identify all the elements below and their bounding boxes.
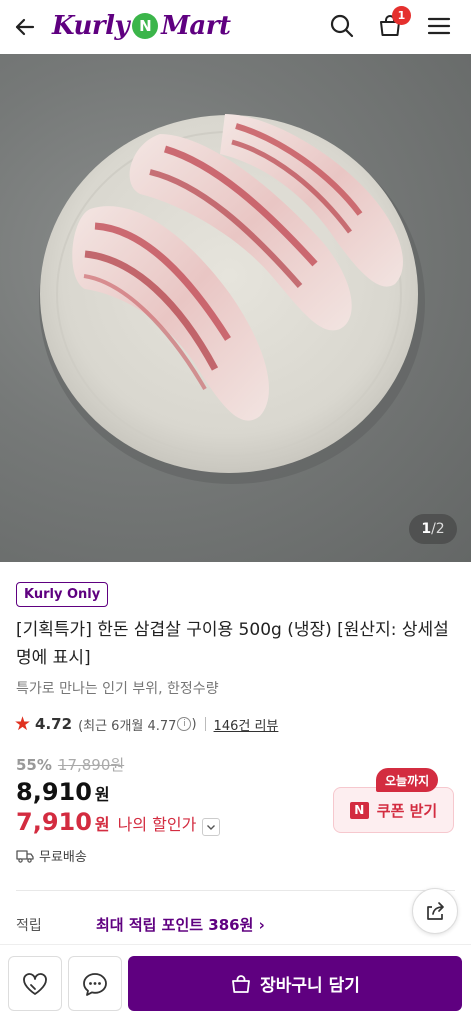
logo-text-left: Kurly [52, 11, 130, 41]
coupon-button-label: 쿠폰 받기 [376, 801, 438, 820]
cart-count-badge: 1 [392, 6, 411, 25]
my-discount-price: 7,910 [16, 808, 92, 836]
delivery-label: 무료배송 [39, 850, 87, 865]
inquiry-chat-button[interactable] [68, 956, 122, 1011]
price-unit: 원 [94, 785, 110, 804]
coupon-deadline-tag: 오늘까지 [376, 768, 439, 792]
discount-rate: 55% [16, 755, 52, 774]
points-label: 적립 [16, 917, 42, 934]
kurly-only-badge: Kurly Only [16, 582, 109, 607]
chat-icon [83, 972, 107, 996]
product-title: [기획특가] 한돈 삼겹살 구이용 500g (냉장) [원산지: 상세설명에 … [16, 620, 449, 668]
naver-n-icon: N [349, 801, 369, 819]
pork-belly-on-plate-image [39, 114, 425, 484]
sale-price: 8,910 [16, 778, 92, 806]
price-row: 8,910 원 [16, 778, 110, 806]
truck-icon [16, 849, 34, 863]
info-icon[interactable]: i [177, 717, 192, 731]
pager-current: 1 [421, 521, 432, 537]
image-pager: 1 /2 [409, 514, 457, 544]
delivery-info: 무료배송 [16, 846, 87, 865]
logo-n-mark: N [132, 13, 159, 39]
cart-button[interactable]: 1 [374, 6, 411, 42]
discount-row: 55% 17,890원 [16, 754, 124, 775]
my-price-label: 나의 할인가 [117, 815, 197, 834]
logo-text-right: Mart [161, 11, 231, 41]
original-price: 17,890원 [57, 756, 125, 774]
recent-rating-close: ) [191, 716, 197, 732]
search-button[interactable] [326, 10, 358, 42]
chevron-down-icon [207, 825, 216, 830]
shopping-bag-icon [232, 974, 251, 993]
product-image-carousel[interactable]: 1 /2 [0, 54, 471, 562]
rating-value: 4.72 [35, 715, 73, 733]
app-header: Kurly N Mart 1 [0, 0, 471, 54]
back-button[interactable] [10, 12, 40, 42]
my-price-row[interactable]: 7,910 원 나의 할인가 [16, 808, 221, 836]
max-points-link[interactable]: 최대 적립 포인트 386원 › [96, 914, 265, 935]
section-divider [16, 890, 455, 891]
heart-icon [23, 972, 47, 995]
share-button[interactable] [412, 888, 458, 934]
my-price-unit: 원 [94, 815, 110, 834]
hamburger-menu-icon [427, 17, 451, 35]
product-subtitle: 특가로 만나는 인기 부위, 한정수량 [16, 681, 219, 697]
add-to-cart-button[interactable]: 장바구니 담기 [128, 956, 462, 1011]
search-icon [330, 14, 354, 38]
star-icon: ★ [14, 713, 32, 735]
recent-rating: (최근 6개월 4.77 [78, 718, 177, 734]
pager-total: /2 [431, 521, 445, 537]
reviews-link[interactable]: 146건 리뷰 [214, 715, 279, 734]
points-row: 적립 최대 적립 포인트 386원 › [16, 914, 456, 935]
coupon-download-button[interactable]: N 쿠폰 받기 [333, 787, 454, 833]
bottom-action-bar: 장바구니 담기 [0, 944, 471, 1024]
divider [204, 717, 206, 731]
kurly-n-mart-logo[interactable]: Kurly N Mart [52, 6, 231, 46]
my-price-toggle[interactable] [202, 818, 221, 836]
wishlist-button[interactable] [8, 956, 62, 1011]
menu-button[interactable] [423, 10, 455, 42]
add-to-cart-label: 장바구니 담기 [260, 976, 360, 996]
share-icon [427, 902, 444, 920]
back-arrow-icon [15, 18, 35, 36]
rating-row: ★ 4.72 (최근 6개월 4.77 i ) 146건 리뷰 [14, 712, 278, 736]
